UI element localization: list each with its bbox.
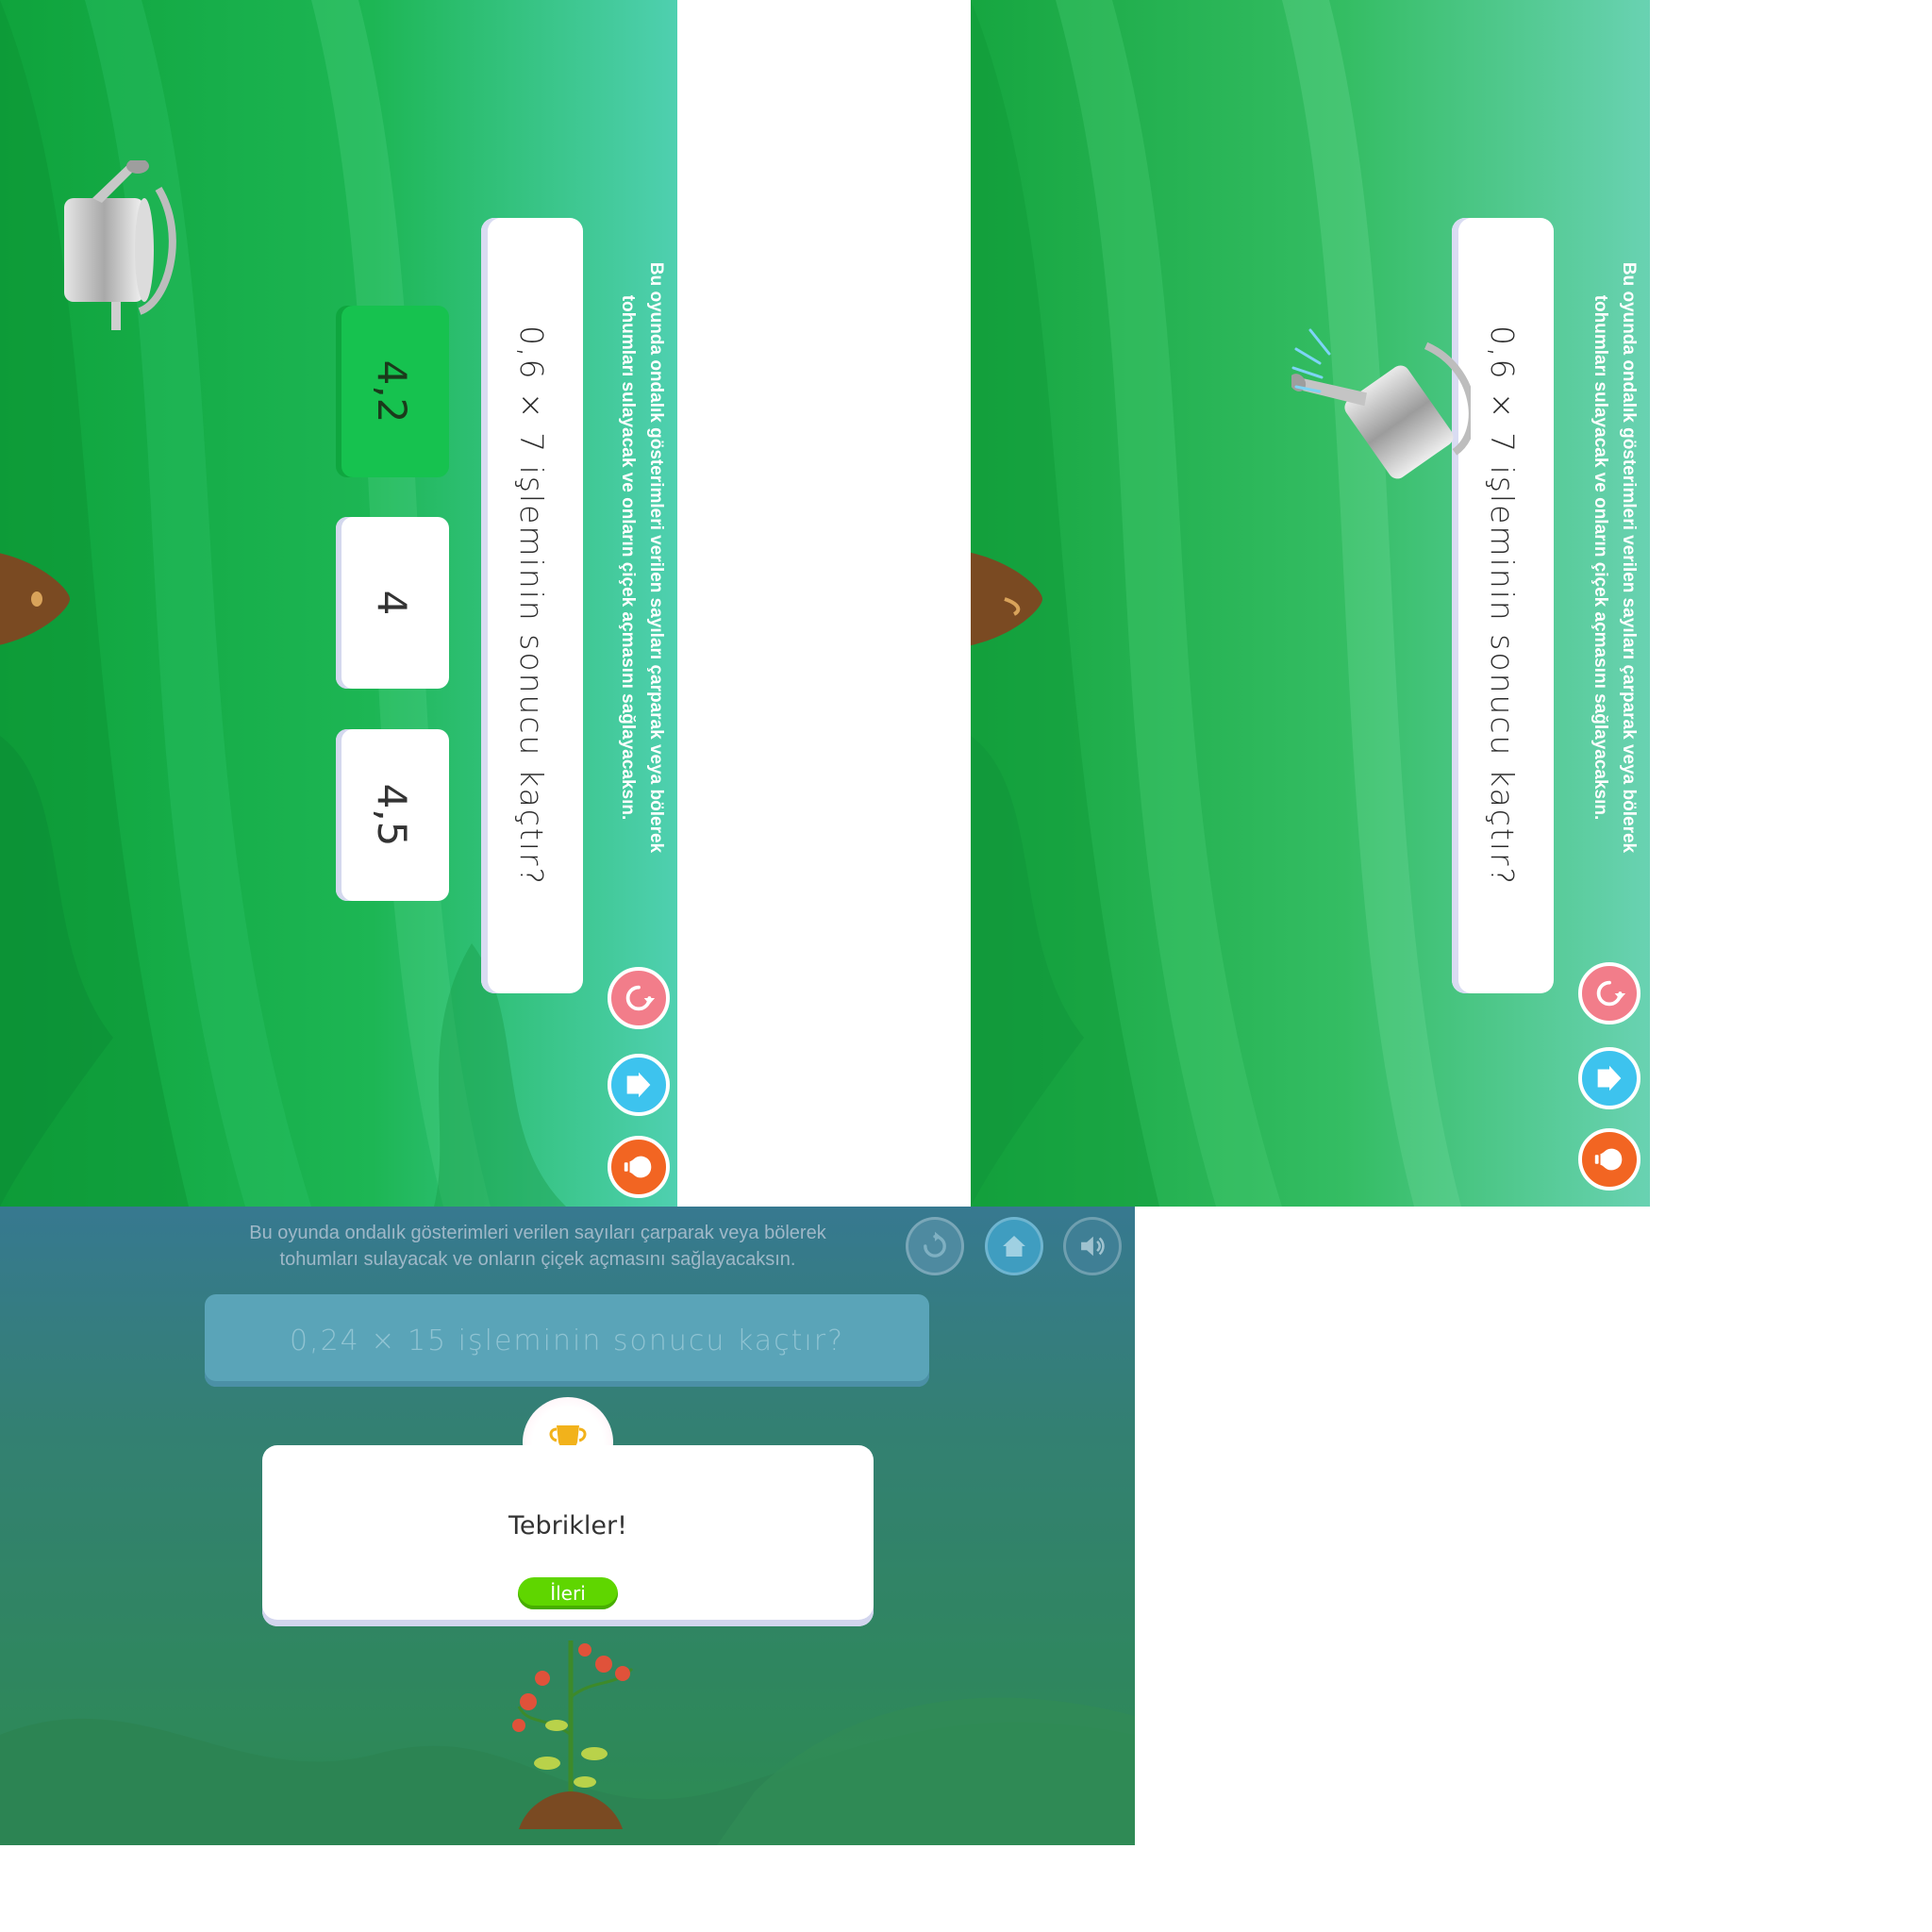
game-result-panel: Bu oyunda ondalık gösterimleri verilen s… xyxy=(0,1207,1135,1845)
instructions: Bu oyunda ondalık gösterimleri verilen s… xyxy=(189,1220,887,1273)
rotated-game-view: Bu oyunda ondalık gösterimleri verilen s… xyxy=(971,0,1650,1207)
question-box: 0,24 × 15 işleminin sonucu kaçtır? xyxy=(205,1294,929,1387)
sound-button[interactable] xyxy=(1063,1217,1122,1275)
question-box: 0,6 × 7 işleminin sonucu kaçtır? xyxy=(481,218,583,993)
modal-title: Tebrikler! xyxy=(508,1511,627,1541)
instruction-line-2: tohumları sulayacak ve onların çiçek açm… xyxy=(279,1249,796,1270)
hint-button[interactable] xyxy=(1578,1128,1641,1191)
instructions: Bu oyunda ondalık gösterimleri verilen s… xyxy=(613,232,670,883)
restart-button[interactable] xyxy=(906,1217,964,1275)
home-button[interactable] xyxy=(985,1217,1043,1275)
soil-mound-icon xyxy=(971,552,1042,646)
restart-icon xyxy=(1596,980,1626,1007)
game-panel-options: Bu oyunda ondalık gösterimleri verilen s… xyxy=(0,0,677,1207)
instruction-line-2: tohumları sulayacak ve onların çiçek açm… xyxy=(618,294,638,821)
sound-icon xyxy=(1081,1236,1105,1257)
restart-button[interactable] xyxy=(1578,962,1641,1024)
home-button[interactable] xyxy=(1578,1047,1641,1109)
answer-option-2[interactable]: 4 xyxy=(336,517,449,689)
game-panel-watering: Bu oyunda ondalık gösterimleri verilen s… xyxy=(971,0,1650,1207)
instruction-line-1: Bu oyunda ondalık gösterimleri verilen s… xyxy=(1619,261,1639,854)
restart-icon xyxy=(924,1231,946,1257)
home-icon xyxy=(1597,1065,1622,1091)
hint-button[interactable] xyxy=(608,1136,670,1198)
hint-icon xyxy=(1594,1148,1623,1171)
home-icon xyxy=(626,1072,651,1098)
soil-mound-icon xyxy=(0,552,70,646)
watering-can-pouring-icon[interactable] xyxy=(1291,325,1471,514)
rotated-game-view: Bu oyunda ondalık gösterimleri verilen s… xyxy=(0,0,677,1207)
tomato-plant-icon xyxy=(512,1641,634,1829)
home-button[interactable] xyxy=(608,1054,670,1116)
hint-icon xyxy=(624,1156,652,1178)
restart-button[interactable] xyxy=(608,967,670,1029)
restart-icon xyxy=(625,985,656,1011)
answer-option-1[interactable]: 4,2 xyxy=(336,306,449,477)
congratulations-modal: Tebrikler! İleri xyxy=(262,1445,874,1626)
instructions: Bu oyunda ondalık gösterimleri verilen s… xyxy=(1586,232,1642,883)
home-icon xyxy=(1003,1235,1025,1257)
next-button[interactable]: İleri xyxy=(518,1577,618,1609)
watering-can-icon[interactable] xyxy=(36,160,177,340)
instruction-line-1: Bu oyunda ondalık gösterimleri verilen s… xyxy=(646,261,666,854)
instruction-line-1: Bu oyunda ondalık gösterimleri verilen s… xyxy=(249,1223,826,1243)
answer-option-3[interactable]: 4,5 xyxy=(336,729,449,901)
instruction-line-2: tohumları sulayacak ve onların çiçek açm… xyxy=(1591,294,1610,821)
